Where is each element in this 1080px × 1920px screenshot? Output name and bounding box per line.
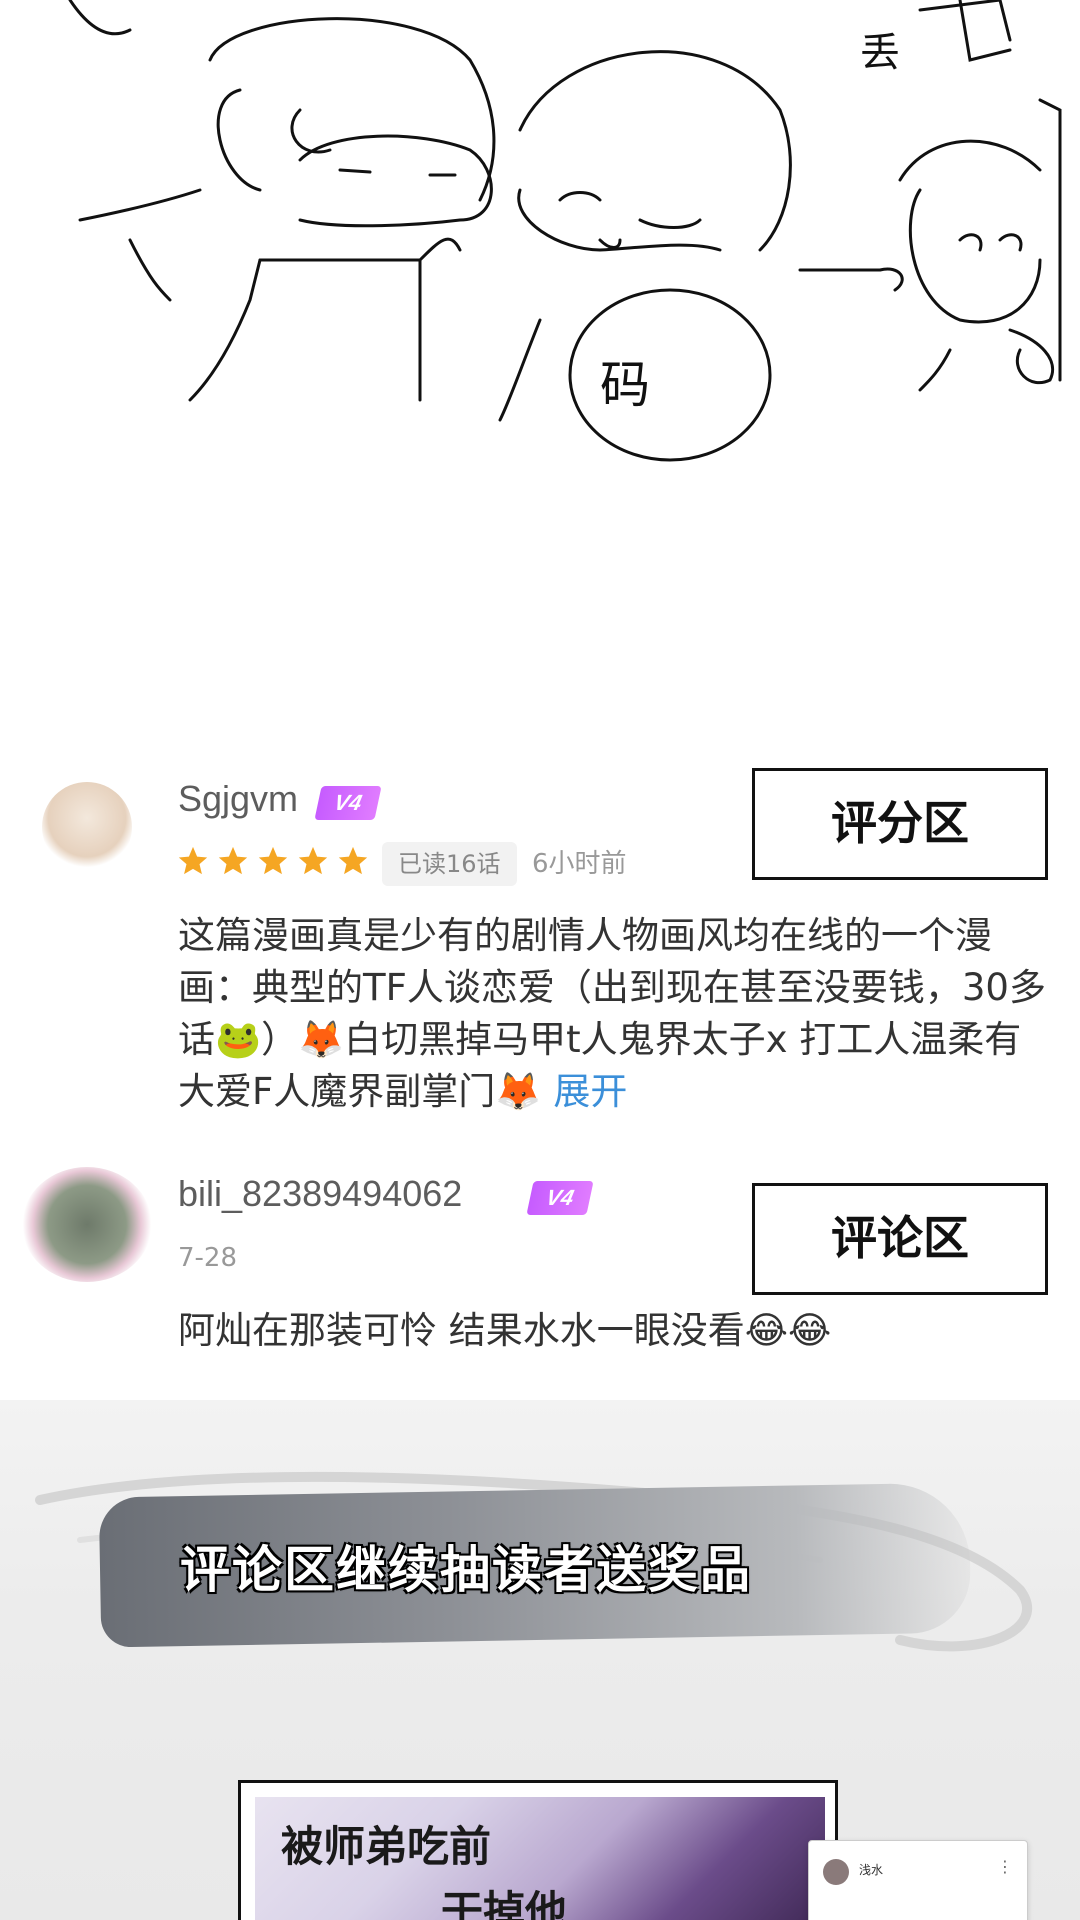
star-icon <box>298 846 328 875</box>
read-progress-tag: 已读16话 <box>382 842 517 886</box>
rating-area-label: 评分区 <box>752 768 1048 880</box>
comment-time: 6小时前 <box>532 849 627 879</box>
rating-stars <box>176 844 370 888</box>
star-icon <box>178 846 208 875</box>
comic-poster[interactable]: 被师弟吃前 干掉他 <box>238 1780 838 1920</box>
avatar[interactable] <box>22 1167 152 1282</box>
avatar <box>823 1859 849 1885</box>
mini-username: 浅水 <box>859 1863 884 1877</box>
comment-date: 7-28 <box>178 1243 238 1273</box>
promo-banner: 评论区继续抽读者送奖品 被师弟吃前 干掉他 浅水 ⋮ <box>0 1400 1080 1920</box>
avatar[interactable] <box>42 782 132 872</box>
comment-text: 阿灿在那装可怜 结果水水一眼没看😂😂 <box>178 1309 832 1352</box>
mini-comment-card: 浅水 ⋮ <box>808 1840 1028 1920</box>
comment-text: 这篇漫画真是少有的剧情人物画风均在线的一个漫画：典型的TF人谈恋爱（出到现在甚至… <box>178 910 1048 1118</box>
comment-card: bili_82389494062 V4 7-28 阿灿在那装可怜 结果水水一眼没… <box>0 1165 1080 1380</box>
more-icon[interactable]: ⋮ <box>997 1857 1013 1876</box>
sketch-drawing <box>68 0 1062 462</box>
expand-link[interactable]: 展开 <box>553 1070 627 1113</box>
poster-title-line1: 被师弟吃前 <box>281 1822 492 1871</box>
comment-area-label: 评论区 <box>752 1183 1048 1295</box>
sketch-corner-text: 丢 <box>860 30 900 76</box>
username[interactable]: Sgjgvm <box>178 778 298 820</box>
username[interactable]: bili_82389494062 <box>178 1173 462 1215</box>
star-icon <box>258 846 288 875</box>
star-icon <box>338 846 368 875</box>
speech-bubble-text: 码 <box>600 356 650 414</box>
vip-badge: V4 <box>526 1181 594 1215</box>
comic-sketch-panel: 码 丢 <box>0 0 1080 720</box>
vip-badge: V4 <box>314 786 382 820</box>
promo-title: 评论区继续抽读者送奖品 <box>180 1541 752 1599</box>
comment-card: Sgjgvm V4 已读16话 6小时前 这篇漫画真是少有的剧情人物画风均在线的… <box>0 768 1080 1130</box>
poster-title-line2: 干掉他 <box>441 1887 568 1920</box>
star-icon <box>218 846 248 875</box>
